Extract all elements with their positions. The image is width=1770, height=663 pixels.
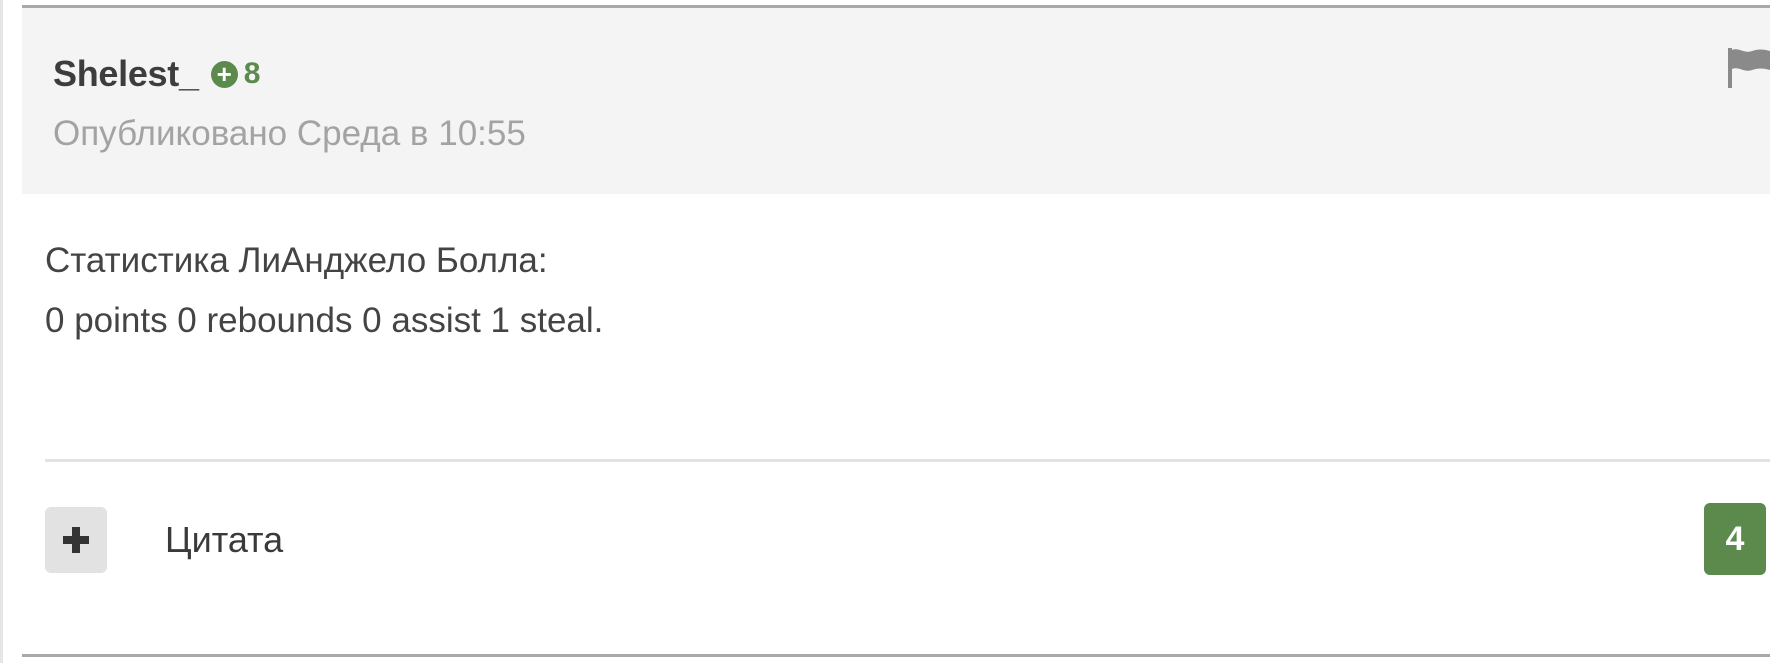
page: Shelest_ + 8 Опубликовано Среда в 10:55 … <box>0 0 1770 663</box>
multiquote-button[interactable] <box>45 507 107 573</box>
post-text-line: 0 points 0 rebounds 0 assist 1 steal. <box>45 301 604 340</box>
quote-button[interactable]: Цитата <box>165 512 283 568</box>
plus-icon <box>63 527 89 553</box>
reputation-badge[interactable]: + 8 <box>210 57 261 91</box>
post-header: Shelest_ + 8 Опубликовано Среда в 10:55 <box>22 8 1770 194</box>
post-date: Опубликовано Среда в 10:55 <box>53 114 526 153</box>
reputation-count: 8 <box>243 57 261 90</box>
left-border <box>0 0 3 663</box>
like-count-badge[interactable]: 4 <box>1704 503 1766 575</box>
author-row: Shelest_ + 8 <box>53 52 260 96</box>
forum-post: Shelest_ + 8 Опубликовано Среда в 10:55 … <box>22 5 1770 657</box>
post-divider <box>45 459 1770 462</box>
plus-circle-icon: + <box>210 60 238 88</box>
post-text-line: Статистика ЛиАнджело Болла: <box>45 241 548 280</box>
author-name[interactable]: Shelest_ <box>53 53 199 95</box>
flag-icon[interactable] <box>1726 48 1770 88</box>
post-body: Статистика ЛиАнджело Болла: 0 points 0 r… <box>45 231 1745 351</box>
